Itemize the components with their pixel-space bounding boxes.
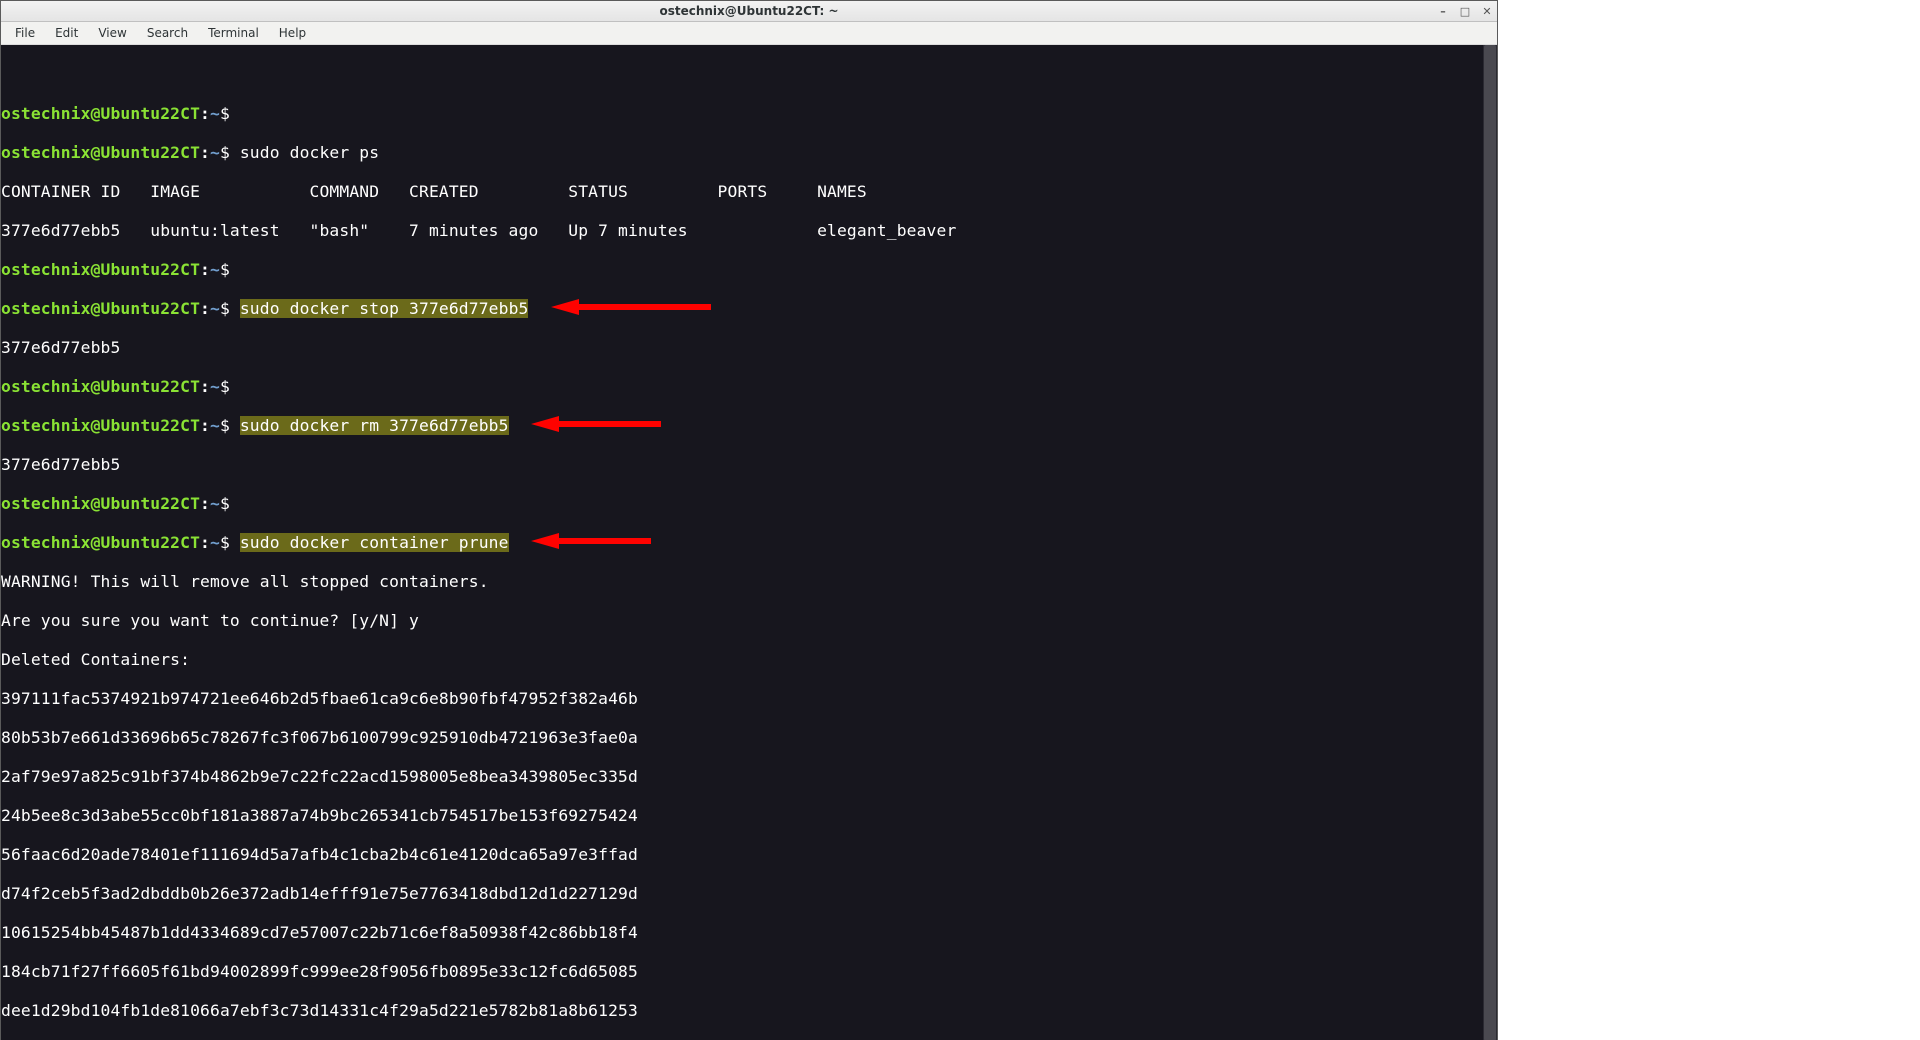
close-button[interactable]: ✕: [1481, 5, 1493, 18]
menubar: File Edit View Search Terminal Help: [1, 22, 1497, 45]
menu-view[interactable]: View: [88, 24, 136, 42]
menu-terminal[interactable]: Terminal: [198, 24, 269, 42]
arrow-icon: [551, 299, 711, 315]
deleted-hash: 397111fac5374921b974721ee646b2d5fbae61ca…: [1, 689, 1497, 709]
menu-help[interactable]: Help: [269, 24, 316, 42]
window-controls: – □ ✕: [1437, 1, 1493, 21]
prompt-sep: :: [200, 104, 210, 123]
menu-search[interactable]: Search: [137, 24, 198, 42]
scrollbar-thumb[interactable]: [1484, 45, 1496, 1040]
output-container-id: 377e6d77ebb5: [1, 338, 1497, 358]
prompt-path: ~: [210, 104, 220, 123]
window-title: ostechnix@Ubuntu22CT: ~: [659, 4, 838, 18]
ps-row: 377e6d77ebb5 ubuntu:latest "bash" 7 minu…: [1, 221, 1497, 241]
deleted-hash: 56faac6d20ade78401ef111694d5a7afb4c1cba2…: [1, 845, 1497, 865]
titlebar[interactable]: ostechnix@Ubuntu22CT: ~ – □ ✕: [1, 1, 1497, 22]
minimize-button[interactable]: –: [1437, 5, 1449, 18]
menu-edit[interactable]: Edit: [45, 24, 88, 42]
arrow-icon: [531, 416, 661, 432]
terminal-content[interactable]: ostechnix@Ubuntu22CT:~$ ostechnix@Ubuntu…: [1, 84, 1497, 1040]
scrollbar[interactable]: [1483, 45, 1497, 1040]
output-container-id-2: 377e6d77ebb5: [1, 455, 1497, 475]
prompt-user: ostechnix@Ubuntu22CT: [1, 104, 200, 123]
deleted-hash: 24b5ee8c3d3abe55cc0bf181a3887a74b9bc2653…: [1, 806, 1497, 826]
deleted-hash: dee1d29bd104fb1de81066a7ebf3c73d14331c4f…: [1, 1001, 1497, 1021]
prune-warning: WARNING! This will remove all stopped co…: [1, 572, 1497, 592]
deleted-header: Deleted Containers:: [1, 650, 1497, 670]
deleted-hash: 80b53b7e661d33696b65c78267fc3f067b610079…: [1, 728, 1497, 748]
deleted-hash: 184cb71f27ff6605f61bd94002899fc999ee28f9…: [1, 962, 1497, 982]
cmd-docker-rm: sudo docker rm 377e6d77ebb5: [240, 416, 509, 435]
prompt-dollar: $: [220, 104, 240, 123]
ps-header: CONTAINER ID IMAGE COMMAND CREATED STATU…: [1, 182, 1497, 202]
menu-file[interactable]: File: [5, 24, 45, 42]
prune-confirm: Are you sure you want to continue? [y/N]…: [1, 611, 1497, 631]
deleted-hash: d74f2ceb5f3ad2dbddb0b26e372adb14efff91e7…: [1, 884, 1497, 904]
terminal-window: ostechnix@Ubuntu22CT: ~ – □ ✕ File Edit …: [0, 0, 1498, 1040]
deleted-hash: 2af79e97a825c91bf374b4862b9e7c22fc22acd1…: [1, 767, 1497, 787]
cmd-docker-ps: sudo docker ps: [240, 143, 379, 162]
arrow-icon: [531, 533, 651, 549]
maximize-button[interactable]: □: [1459, 5, 1471, 18]
terminal-viewport[interactable]: ostechnix@Ubuntu22CT:~$ ostechnix@Ubuntu…: [1, 45, 1497, 1040]
deleted-hash: 10615254bb45487b1dd4334689cd7e57007c22b7…: [1, 923, 1497, 943]
cmd-docker-prune: sudo docker container prune: [240, 533, 509, 552]
cmd-docker-stop: sudo docker stop 377e6d77ebb5: [240, 299, 529, 318]
